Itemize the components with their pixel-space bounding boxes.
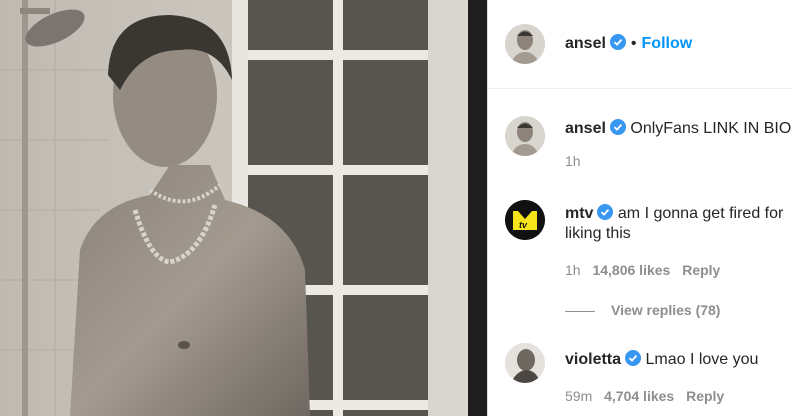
reply-button[interactable]: Reply — [686, 388, 724, 404]
header-divider — [488, 88, 792, 89]
comment-body: mtv am I gonna get fired for — [565, 204, 783, 225]
post-header: ansel • Follow — [565, 34, 692, 55]
comment-text-line1: am I gonna get fired for — [617, 205, 784, 222]
comment-body: violetta Lmao I love you — [565, 350, 758, 371]
post-photo[interactable] — [0, 0, 487, 416]
comment-username[interactable]: mtv — [565, 205, 593, 222]
follow-button[interactable]: Follow — [642, 35, 693, 52]
comment-avatar[interactable] — [505, 116, 545, 156]
comment-likes[interactable]: 14,806 likes — [592, 262, 670, 278]
comment-time[interactable]: 1h — [565, 153, 581, 169]
comment-text-line2: liking this — [565, 225, 631, 242]
comment-meta: 1h 14,806 likes Reply — [565, 262, 720, 278]
comment-meta: 1h — [565, 153, 581, 169]
verified-badge-icon — [597, 204, 614, 225]
author-avatar[interactable] — [505, 24, 545, 64]
comments-panel: ansel • Follow ansel OnlyFans LINK IN BIO… — [488, 0, 792, 416]
reply-button[interactable]: Reply — [682, 262, 720, 278]
comment-text: OnlyFans LINK IN BIO — [630, 120, 792, 137]
comment-username[interactable]: violetta — [565, 351, 621, 368]
comment-meta: 59m 4,704 likes Reply — [565, 388, 724, 404]
comment-time[interactable]: 1h — [565, 262, 581, 278]
profile-photo-icon — [505, 116, 545, 156]
comment-body: ansel OnlyFans LINK IN BIO — [565, 119, 791, 140]
verified-badge-icon — [609, 34, 626, 55]
view-replies-button[interactable]: View replies (78) — [565, 302, 720, 318]
author-username[interactable]: ansel — [565, 35, 606, 52]
comment-time[interactable]: 59m — [565, 388, 592, 404]
profile-photo-icon — [505, 343, 545, 383]
profile-photo-icon — [505, 24, 545, 64]
header-separator: • — [630, 35, 637, 52]
replies-line — [565, 310, 595, 312]
comment-username[interactable]: ansel — [565, 120, 606, 137]
comment-avatar[interactable]: tv — [505, 200, 545, 240]
mtv-logo-icon: tv — [505, 200, 545, 240]
verified-badge-icon — [625, 350, 642, 371]
view-replies-label: View replies (78) — [611, 302, 721, 318]
comment-likes[interactable]: 4,704 likes — [604, 388, 674, 404]
comment-text: Lmao I love you — [645, 351, 759, 368]
photo-illustration — [0, 0, 487, 416]
comment-avatar[interactable] — [505, 343, 545, 383]
verified-badge-icon — [609, 119, 626, 140]
svg-text:tv: tv — [519, 220, 528, 230]
